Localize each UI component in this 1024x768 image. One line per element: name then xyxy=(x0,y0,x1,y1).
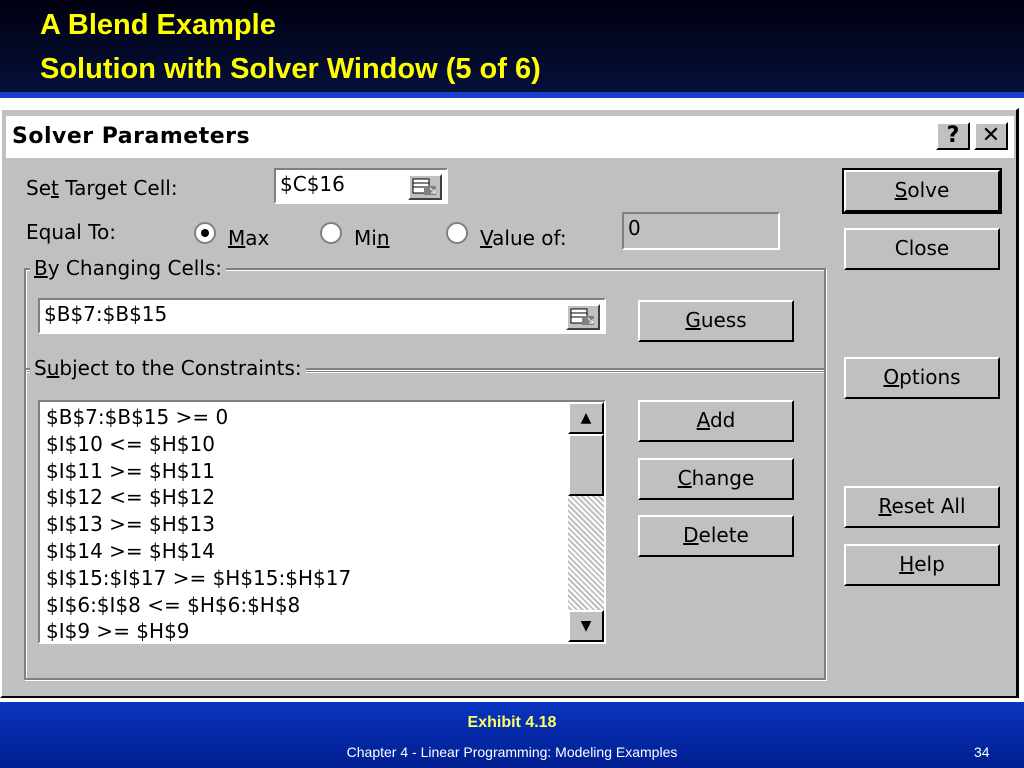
max-radio[interactable] xyxy=(194,222,216,244)
dialog-titlebar: Solver Parameters ? ✕ xyxy=(6,116,1014,158)
chapter-footer: Chapter 4 - Linear Programming: Modeling… xyxy=(346,744,678,760)
delete-button[interactable]: Delete xyxy=(638,515,794,557)
close-icon[interactable]: ✕ xyxy=(974,122,1008,150)
constraint-item[interactable]: $I$10 <= $H$10 xyxy=(46,431,566,458)
reset-all-button[interactable]: Reset All xyxy=(844,486,1000,528)
constraint-item[interactable]: $I$14 >= $H$14 xyxy=(46,538,566,565)
slide-subtitle: Solution with Solver Window (5 of 6) xyxy=(40,53,541,85)
dialog-title: Solver Parameters xyxy=(12,124,251,149)
value-of-radio[interactable] xyxy=(446,222,468,244)
solve-button[interactable]: Solve xyxy=(842,168,1002,214)
collapse-dialog-icon[interactable] xyxy=(408,174,442,200)
constraint-item[interactable]: $I$12 <= $H$12 xyxy=(46,484,566,511)
exhibit-label: Exhibit 4.18 xyxy=(467,714,557,731)
changing-cells-input[interactable]: $B$7:$B$15 xyxy=(38,298,606,334)
value-of-value: 0 xyxy=(628,216,641,240)
changing-cells-value: $B$7:$B$15 xyxy=(44,302,168,326)
radio-selected-dot xyxy=(201,229,209,237)
page-number: 34 xyxy=(974,744,990,760)
max-label[interactable]: Max xyxy=(228,226,269,250)
slide-footer: Exhibit 4.18 Chapter 4 - Linear Programm… xyxy=(0,702,1024,768)
slide-title: A Blend Example xyxy=(40,9,276,41)
change-button[interactable]: Change xyxy=(638,458,794,500)
scroll-down-icon[interactable]: ▼ xyxy=(568,610,604,642)
target-cell-value: $C$16 xyxy=(280,172,345,196)
help-question-icon[interactable]: ? xyxy=(936,122,970,150)
value-of-label[interactable]: Value of: xyxy=(480,226,567,250)
slide-header: A Blend Example Solution with Solver Win… xyxy=(0,0,1024,92)
options-button[interactable]: Options xyxy=(844,357,1000,399)
header-divider xyxy=(0,92,1024,98)
min-label[interactable]: Min xyxy=(354,226,390,250)
scroll-up-icon[interactable]: ▲ xyxy=(568,402,604,434)
equal-to-label: Equal To: xyxy=(26,220,116,244)
constraint-item[interactable]: $I$11 >= $H$11 xyxy=(46,458,566,485)
add-button[interactable]: Add xyxy=(638,400,794,442)
constraint-item[interactable]: $I$6:$I$8 <= $H$6:$H$8 xyxy=(46,592,566,619)
min-radio[interactable] xyxy=(320,222,342,244)
constraint-item[interactable]: $I$15:$I$17 >= $H$15:$H$17 xyxy=(46,565,566,592)
scroll-thumb[interactable] xyxy=(568,434,604,496)
constraint-item[interactable]: $I$13 >= $H$13 xyxy=(46,511,566,538)
constraints-list: $B$7:$B$15 >= 0 $I$10 <= $H$10 $I$11 >= $H… xyxy=(46,404,566,642)
close-button[interactable]: Close xyxy=(844,228,1000,270)
help-button[interactable]: Help xyxy=(844,544,1000,586)
set-target-cell-label: Set Target Cell: xyxy=(26,176,178,200)
solver-parameters-dialog: Solver Parameters ? ✕ Set Target Cell: $… xyxy=(0,108,1019,698)
constraints-listbox[interactable]: $B$7:$B$15 >= 0 $I$10 <= $H$10 $I$11 >= $H… xyxy=(38,400,606,644)
guess-button[interactable]: Guess xyxy=(638,300,794,342)
constraints-scrollbar[interactable]: ▲ ▼ xyxy=(568,402,604,642)
constraints-label: Subject to the Constraints: xyxy=(30,356,306,380)
constraint-item[interactable]: $B$7:$B$15 >= 0 xyxy=(46,404,566,431)
value-of-input[interactable]: 0 xyxy=(622,212,780,250)
constraint-item[interactable]: $I$9 >= $H$9 xyxy=(46,618,566,642)
collapse-dialog-icon[interactable] xyxy=(566,304,600,330)
changing-cells-label: By Changing Cells: xyxy=(30,256,227,280)
